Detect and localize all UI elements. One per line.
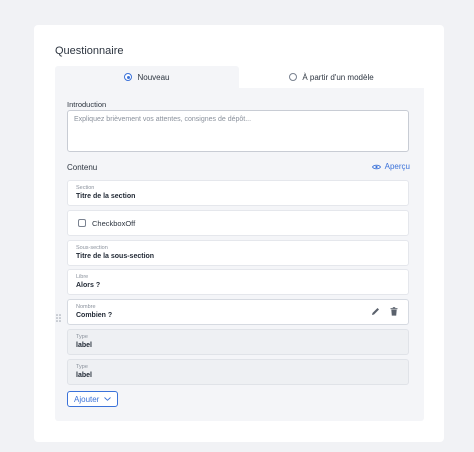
- item-value: Combien ?: [76, 312, 113, 319]
- introduction-input[interactable]: [67, 110, 409, 152]
- checkbox-label: CheckboxOff: [92, 218, 136, 228]
- item-value: Titre de la section: [76, 193, 136, 200]
- item-nombre[interactable]: Nombre Combien ?: [56, 299, 409, 325]
- item-type-label: Sous-section: [76, 245, 108, 251]
- item-type-label: Libre: [76, 274, 89, 280]
- tab-label: À partir d'un modèle: [302, 72, 374, 82]
- pencil-icon[interactable]: [371, 307, 380, 316]
- add-item-button[interactable]: Ajouter: [67, 391, 119, 407]
- contenu-label: Contenu: [67, 163, 98, 172]
- radio-selected-icon: [124, 73, 133, 81]
- tab-panel: Introduction Contenu Aperçu Section Titr…: [55, 88, 424, 421]
- item-checkbox: CheckboxOff: [67, 210, 409, 236]
- eye-icon: [371, 164, 381, 169]
- introduction-label: Introduction: [67, 100, 107, 109]
- item-section[interactable]: Section Titre de la section: [67, 180, 409, 206]
- drag-handle-icon[interactable]: [56, 309, 61, 327]
- item-type-label: Nombre: [76, 304, 96, 310]
- item-type-label: Section: [76, 185, 95, 191]
- trash-icon[interactable]: [390, 307, 398, 316]
- apercu-label: Aperçu: [384, 162, 410, 171]
- item-value: Alors ?: [76, 282, 101, 289]
- item-actions: [371, 307, 398, 316]
- item-type-1[interactable]: Type label: [67, 329, 409, 355]
- add-item-label: Ajouter: [74, 394, 100, 404]
- tab-a-partir-modele[interactable]: À partir d'un modèle: [239, 66, 424, 88]
- checkbox-off[interactable]: [78, 219, 86, 227]
- item-type-label: Type: [76, 364, 88, 370]
- questionnaire-card: Questionnaire Nouveau À partir d'un modè…: [34, 25, 444, 442]
- card-title: Questionnaire: [55, 45, 124, 57]
- radio-unselected-icon: [289, 73, 298, 81]
- tab-nouveau[interactable]: Nouveau: [55, 66, 239, 88]
- item-sous-section[interactable]: Sous-section Titre de la sous-section: [67, 240, 409, 266]
- mode-tabs: Nouveau À partir d'un modèle: [55, 66, 424, 88]
- item-value: label: [76, 372, 92, 379]
- item-value: label: [76, 342, 92, 349]
- item-libre[interactable]: Libre Alors ?: [67, 269, 409, 295]
- item-type-label: Type: [76, 334, 88, 340]
- item-value: Titre de la sous-section: [76, 253, 155, 260]
- tab-label: Nouveau: [137, 72, 170, 82]
- apercu-button[interactable]: Aperçu: [371, 162, 410, 171]
- chevron-down-icon: [104, 397, 112, 401]
- item-type-2[interactable]: Type label: [67, 359, 409, 385]
